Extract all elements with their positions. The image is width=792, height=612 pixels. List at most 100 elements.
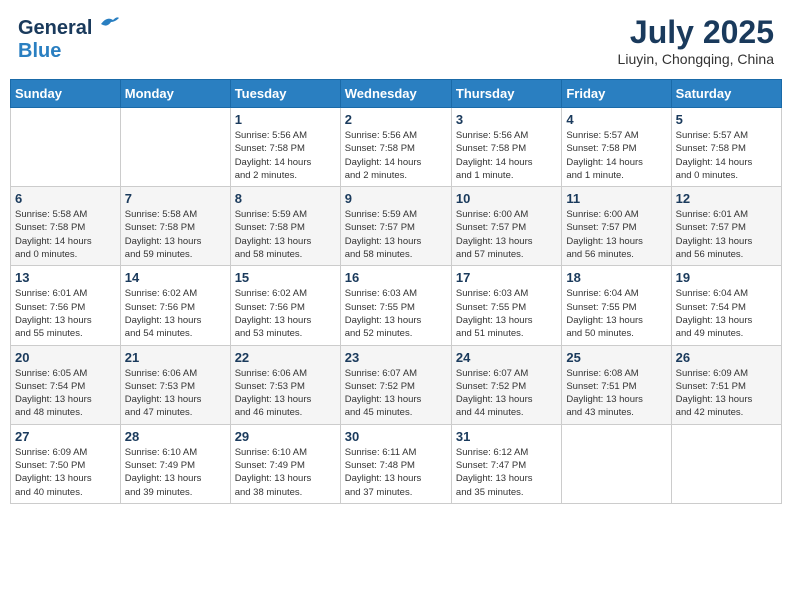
weekday-header: Friday [562, 80, 671, 108]
day-number: 7 [125, 191, 226, 206]
calendar-cell: 21 Sunrise: 6:06 AM Sunset: 7:53 PM Dayli… [120, 345, 230, 424]
calendar-cell: 19 Sunrise: 6:04 AM Sunset: 7:54 PM Dayli… [671, 266, 781, 345]
location: Liuyin, Chongqing, China [618, 51, 774, 67]
day-number: 17 [456, 270, 557, 285]
day-number: 1 [235, 112, 336, 127]
day-number: 22 [235, 350, 336, 365]
day-number: 25 [566, 350, 666, 365]
day-number: 14 [125, 270, 226, 285]
calendar-cell: 31Sunrise: 6:12 AM Sunset: 7:47 PM Dayli… [451, 424, 561, 503]
calendar-cell: 6Sunrise: 5:58 AM Sunset: 7:58 PM Daylig… [11, 187, 121, 266]
day-number: 4 [566, 112, 666, 127]
day-number: 27 [15, 429, 116, 444]
day-info: Sunrise: 6:11 AM Sunset: 7:48 PM Dayligh… [345, 446, 447, 499]
day-info: Sunrise: 6:04 AM Sunset: 7:54 PM Dayligh… [676, 287, 777, 340]
weekday-header: Sunday [11, 80, 121, 108]
day-info: Sunrise: 5:59 AM Sunset: 7:58 PM Dayligh… [235, 208, 336, 261]
calendar-cell: 24Sunrise: 6:07 AM Sunset: 7:52 PM Dayli… [451, 345, 561, 424]
calendar-week-row: 27Sunrise: 6:09 AM Sunset: 7:50 PM Dayli… [11, 424, 782, 503]
weekday-header: Saturday [671, 80, 781, 108]
calendar-cell: 22 Sunrise: 6:06 AM Sunset: 7:53 PM Dayli… [230, 345, 340, 424]
day-info: Sunrise: 6:06 AM Sunset: 7:53 PM Dayligh… [125, 367, 226, 420]
calendar-cell: 18 Sunrise: 6:04 AM Sunset: 7:55 PM Dayli… [562, 266, 671, 345]
day-info: Sunrise: 5:56 AM Sunset: 7:58 PM Dayligh… [456, 129, 557, 182]
day-number: 19 [676, 270, 777, 285]
calendar-table: SundayMondayTuesdayWednesdayThursdayFrid… [10, 79, 782, 504]
day-info: Sunrise: 6:05 AM Sunset: 7:54 PM Dayligh… [15, 367, 116, 420]
calendar-week-row: 13 Sunrise: 6:01 AM Sunset: 7:56 PM Dayli… [11, 266, 782, 345]
calendar-cell: 3 Sunrise: 5:56 AM Sunset: 7:58 PM Daylig… [451, 108, 561, 187]
calendar-cell: 5 Sunrise: 5:57 AM Sunset: 7:58 PM Daylig… [671, 108, 781, 187]
logo-general: General [18, 17, 92, 39]
calendar-cell [562, 424, 671, 503]
calendar-cell: 17Sunrise: 6:03 AM Sunset: 7:55 PM Dayli… [451, 266, 561, 345]
day-number: 21 [125, 350, 226, 365]
day-info: Sunrise: 5:56 AM Sunset: 7:58 PM Dayligh… [235, 129, 336, 182]
title-area: July 2025 Liuyin, Chongqing, China [618, 14, 774, 67]
day-info: Sunrise: 6:03 AM Sunset: 7:55 PM Dayligh… [345, 287, 447, 340]
day-info: Sunrise: 5:57 AM Sunset: 7:58 PM Dayligh… [676, 129, 777, 182]
day-number: 30 [345, 429, 447, 444]
calendar-cell: 25 Sunrise: 6:08 AM Sunset: 7:51 PM Dayli… [562, 345, 671, 424]
day-info: Sunrise: 6:09 AM Sunset: 7:51 PM Dayligh… [676, 367, 777, 420]
day-number: 3 [456, 112, 557, 127]
day-number: 28 [125, 429, 226, 444]
calendar-week-row: 6Sunrise: 5:58 AM Sunset: 7:58 PM Daylig… [11, 187, 782, 266]
day-info: Sunrise: 6:04 AM Sunset: 7:55 PM Dayligh… [566, 287, 666, 340]
day-number: 2 [345, 112, 447, 127]
logo: General Blue [18, 14, 121, 63]
weekday-header: Wednesday [340, 80, 451, 108]
calendar-week-row: 20 Sunrise: 6:05 AM Sunset: 7:54 PM Dayli… [11, 345, 782, 424]
calendar-cell: 11Sunrise: 6:00 AM Sunset: 7:57 PM Dayli… [562, 187, 671, 266]
calendar-cell: 30 Sunrise: 6:11 AM Sunset: 7:48 PM Dayli… [340, 424, 451, 503]
day-number: 6 [15, 191, 116, 206]
calendar-cell: 8 Sunrise: 5:59 AM Sunset: 7:58 PM Daylig… [230, 187, 340, 266]
calendar-cell [11, 108, 121, 187]
calendar-cell: 16 Sunrise: 6:03 AM Sunset: 7:55 PM Dayli… [340, 266, 451, 345]
day-info: Sunrise: 6:06 AM Sunset: 7:53 PM Dayligh… [235, 367, 336, 420]
calendar-cell: 29Sunrise: 6:10 AM Sunset: 7:49 PM Dayli… [230, 424, 340, 503]
day-number: 16 [345, 270, 447, 285]
calendar-cell: 13 Sunrise: 6:01 AM Sunset: 7:56 PM Dayli… [11, 266, 121, 345]
logo-blue: Blue [18, 40, 61, 62]
day-info: Sunrise: 6:00 AM Sunset: 7:57 PM Dayligh… [456, 208, 557, 261]
day-number: 23 [345, 350, 447, 365]
day-number: 18 [566, 270, 666, 285]
calendar-cell: 10 Sunrise: 6:00 AM Sunset: 7:57 PM Dayli… [451, 187, 561, 266]
calendar-cell: 28 Sunrise: 6:10 AM Sunset: 7:49 PM Dayli… [120, 424, 230, 503]
day-info: Sunrise: 6:12 AM Sunset: 7:47 PM Dayligh… [456, 446, 557, 499]
day-number: 26 [676, 350, 777, 365]
day-info: Sunrise: 6:10 AM Sunset: 7:49 PM Dayligh… [125, 446, 226, 499]
day-number: 11 [566, 191, 666, 206]
day-number: 24 [456, 350, 557, 365]
day-number: 10 [456, 191, 557, 206]
day-number: 12 [676, 191, 777, 206]
calendar-cell: 9 Sunrise: 5:59 AM Sunset: 7:57 PM Daylig… [340, 187, 451, 266]
day-number: 5 [676, 112, 777, 127]
calendar-cell: 14Sunrise: 6:02 AM Sunset: 7:56 PM Dayli… [120, 266, 230, 345]
day-info: Sunrise: 6:02 AM Sunset: 7:56 PM Dayligh… [235, 287, 336, 340]
day-number: 8 [235, 191, 336, 206]
weekday-header: Thursday [451, 80, 561, 108]
day-info: Sunrise: 5:57 AM Sunset: 7:58 PM Dayligh… [566, 129, 666, 182]
calendar-cell: 7Sunrise: 5:58 AM Sunset: 7:58 PM Daylig… [120, 187, 230, 266]
calendar-cell: 20 Sunrise: 6:05 AM Sunset: 7:54 PM Dayli… [11, 345, 121, 424]
calendar-cell: 1 Sunrise: 5:56 AM Sunset: 7:58 PM Daylig… [230, 108, 340, 187]
day-number: 20 [15, 350, 116, 365]
calendar-cell: 15 Sunrise: 6:02 AM Sunset: 7:56 PM Dayli… [230, 266, 340, 345]
day-number: 29 [235, 429, 336, 444]
calendar-cell: 23 Sunrise: 6:07 AM Sunset: 7:52 PM Dayli… [340, 345, 451, 424]
day-number: 15 [235, 270, 336, 285]
month-title: July 2025 [618, 14, 774, 51]
day-info: Sunrise: 5:59 AM Sunset: 7:57 PM Dayligh… [345, 208, 447, 261]
page-header: General Blue July 2025 Liuyin, Chongqing… [10, 10, 782, 71]
day-number: 9 [345, 191, 447, 206]
day-info: Sunrise: 6:01 AM Sunset: 7:56 PM Dayligh… [15, 287, 116, 340]
calendar-cell: 26 Sunrise: 6:09 AM Sunset: 7:51 PM Dayli… [671, 345, 781, 424]
day-info: Sunrise: 6:07 AM Sunset: 7:52 PM Dayligh… [345, 367, 447, 420]
logo-bird-icon [99, 14, 121, 34]
calendar-cell: 27Sunrise: 6:09 AM Sunset: 7:50 PM Dayli… [11, 424, 121, 503]
day-number: 13 [15, 270, 116, 285]
calendar-cell: 4 Sunrise: 5:57 AM Sunset: 7:58 PM Daylig… [562, 108, 671, 187]
day-info: Sunrise: 6:08 AM Sunset: 7:51 PM Dayligh… [566, 367, 666, 420]
